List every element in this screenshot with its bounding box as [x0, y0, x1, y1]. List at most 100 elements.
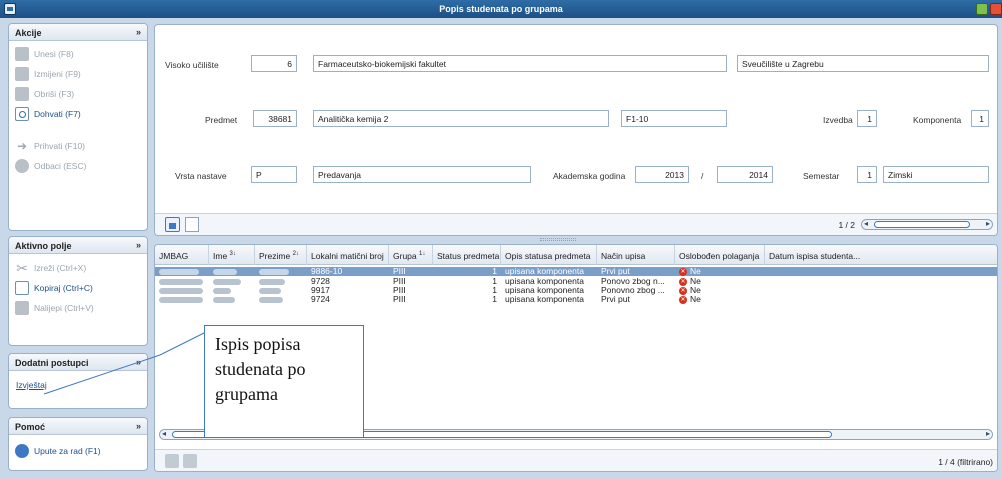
column-header-oslobodjen-polaganja[interactable]: Oslobođen polaganja: [675, 245, 765, 265]
column-header-prezime[interactable]: Prezime 2↓: [255, 245, 307, 265]
izvedba-field[interactable]: 1: [857, 110, 877, 127]
column-label: Način upisa: [601, 251, 646, 261]
dodatni-postupci-title: Dodatni postupci: [15, 358, 89, 368]
redacted-prezime: [259, 268, 289, 275]
scroll-right-icon[interactable]: ▸: [986, 429, 990, 438]
izrezi-button[interactable]: ✂ Izreži (Ctrl+X): [9, 258, 147, 278]
grupa-cell: PIII: [393, 286, 406, 295]
unesi-button[interactable]: Unesi (F8): [9, 44, 147, 64]
pomoc-panel: Pomoć » Upute za rad (F1): [8, 417, 148, 471]
delete-record-icon: [15, 87, 29, 101]
sort-indicator: 3↓: [229, 251, 236, 258]
redacted-jmbag: [159, 268, 199, 275]
form-area: Visoko učilište 6 Farmaceutsko-biokemijs…: [154, 24, 998, 236]
scroll-left-icon[interactable]: ◂: [162, 429, 166, 438]
semestar-field[interactable]: 1: [857, 166, 877, 183]
nalijepi-button[interactable]: Nalijepi (Ctrl+V): [9, 298, 147, 318]
godina-od-field[interactable]: 2013: [635, 166, 689, 183]
prezime-cell: [259, 286, 305, 295]
column-header-status-predmeta[interactable]: Status predmeta: [433, 245, 501, 265]
odbaci-button[interactable]: Odbaci (ESC): [9, 156, 147, 176]
sort-indicator: 1↓: [419, 251, 426, 258]
obrisi-button[interactable]: Obriši (F3): [9, 84, 147, 104]
redacted-ime: [213, 278, 241, 285]
record-count: 1 / 4 (filtrirano): [938, 457, 993, 467]
sort-indicator: 2↓: [292, 251, 299, 258]
column-header-jmbag[interactable]: JMBAG: [155, 245, 209, 265]
akcije-header[interactable]: Akcije »: [9, 24, 147, 41]
predmet-code-field[interactable]: 38681: [253, 110, 297, 127]
predmet-oznaka-field[interactable]: F1-10: [621, 110, 727, 127]
form-toolbar: 1 / 2 ◂ ▸: [155, 213, 997, 235]
lock-icon[interactable]: [165, 217, 180, 232]
lmb-cell: 9917: [311, 286, 330, 295]
izmijeni-button[interactable]: Izmijeni (F9): [9, 64, 147, 84]
dohvati-button[interactable]: Dohvati (F7): [9, 104, 147, 124]
oslobodjen-value: Ne: [690, 295, 701, 304]
paste-icon: [15, 301, 29, 315]
table-row[interactable]: 9886-10 PIII 1 upisana komponenta Prvi p…: [155, 267, 997, 276]
print-icon[interactable]: [183, 454, 197, 468]
column-label: Status predmeta: [437, 251, 500, 261]
nacin-cell: Ponovo zbog n...: [601, 277, 665, 286]
kopiraj-button[interactable]: Kopiraj (Ctrl+C): [9, 278, 147, 298]
table-row[interactable]: 9724 PIII 1 upisana komponenta Prvi put …: [155, 295, 997, 304]
dohvati-label: Dohvati (F7): [34, 109, 81, 119]
oslobodjen-cell: ✕ Ne: [679, 295, 763, 304]
column-header-ime[interactable]: Ime 3↓: [209, 245, 255, 265]
status-cell: 1: [492, 267, 497, 276]
redacted-ime: [213, 296, 235, 303]
semestar-name-field[interactable]: Zimski: [883, 166, 989, 183]
panel-splitter[interactable]: [540, 238, 576, 241]
oslobodjen-value: Ne: [690, 277, 701, 286]
visoko-uciliste-name-field[interactable]: Farmaceutsko-biokemijski fakultet: [313, 55, 727, 72]
collapse-icon[interactable]: »: [136, 27, 141, 37]
scroll-right-icon[interactable]: ▸: [986, 219, 990, 228]
column-header-datum-ispisa[interactable]: Datum ispisa studenta...: [765, 245, 997, 265]
column-label: Lokalni matični broj: [311, 251, 384, 261]
vrsta-nastave-name-field[interactable]: Predavanja: [313, 166, 531, 183]
table-row[interactable]: 9728 PIII 1 upisana komponenta Ponovo zb…: [155, 277, 997, 286]
column-header-lokalni-maticni-broj[interactable]: Lokalni matični broj: [307, 245, 389, 265]
export-icon[interactable]: [165, 454, 179, 468]
close-button[interactable]: [990, 3, 1002, 15]
no-icon: ✕: [679, 295, 687, 304]
help-icon: [15, 444, 29, 458]
visoko-uciliste-code-field[interactable]: 6: [251, 55, 297, 72]
aktivno-polje-header[interactable]: Aktivno polje »: [9, 237, 147, 254]
scrollbar-thumb[interactable]: [874, 221, 970, 228]
column-header-grupa[interactable]: Grupa 1↓: [389, 245, 433, 265]
scroll-left-icon[interactable]: ◂: [864, 219, 868, 228]
redacted-ime: [213, 287, 231, 294]
cancel-icon: [15, 159, 29, 173]
predmet-name-field[interactable]: Analitička kemija 2: [313, 110, 609, 127]
izvjestaj-link[interactable]: Izvještaj: [9, 371, 147, 390]
upute-button[interactable]: Upute za rad (F1): [9, 441, 147, 461]
collapse-icon[interactable]: »: [136, 421, 141, 431]
unesi-label: Unesi (F8): [34, 49, 74, 59]
dodatni-postupci-header[interactable]: Dodatni postupci »: [9, 354, 147, 371]
status-cell: 1: [492, 286, 497, 295]
callout-line-2: studenata po: [215, 359, 306, 379]
collapse-icon[interactable]: »: [136, 357, 141, 367]
redacted-jmbag: [159, 287, 203, 294]
vrsta-nastave-code-field[interactable]: P: [251, 166, 297, 183]
table-row[interactable]: 9917 PIII 1 upisana komponenta Ponovno z…: [155, 286, 997, 295]
prihvati-button[interactable]: ➜ Prihvati (F10): [9, 136, 147, 156]
pomoc-header[interactable]: Pomoć »: [9, 418, 147, 435]
godina-do-field[interactable]: 2014: [717, 166, 773, 183]
sveuciliste-field[interactable]: Sveučilište u Zagrebu: [737, 55, 989, 72]
callout-annotation: Ispis popisa studenata po grupama: [204, 325, 364, 438]
lmb-cell: 9724: [311, 295, 330, 304]
column-label: Oslobođen polaganja: [679, 251, 760, 261]
form-scrollbar[interactable]: ◂ ▸: [861, 219, 993, 230]
document-icon[interactable]: [185, 217, 199, 232]
status-cell: 1: [492, 277, 497, 286]
collapse-icon[interactable]: »: [136, 240, 141, 250]
prezime-cell: [259, 277, 305, 286]
no-icon: ✕: [679, 277, 687, 286]
column-header-opis-statusa[interactable]: Opis statusa predmeta: [501, 245, 597, 265]
minimize-button[interactable]: [976, 3, 988, 15]
komponenta-field[interactable]: 1: [971, 110, 989, 127]
column-header-nacin-upisa[interactable]: Način upisa: [597, 245, 675, 265]
